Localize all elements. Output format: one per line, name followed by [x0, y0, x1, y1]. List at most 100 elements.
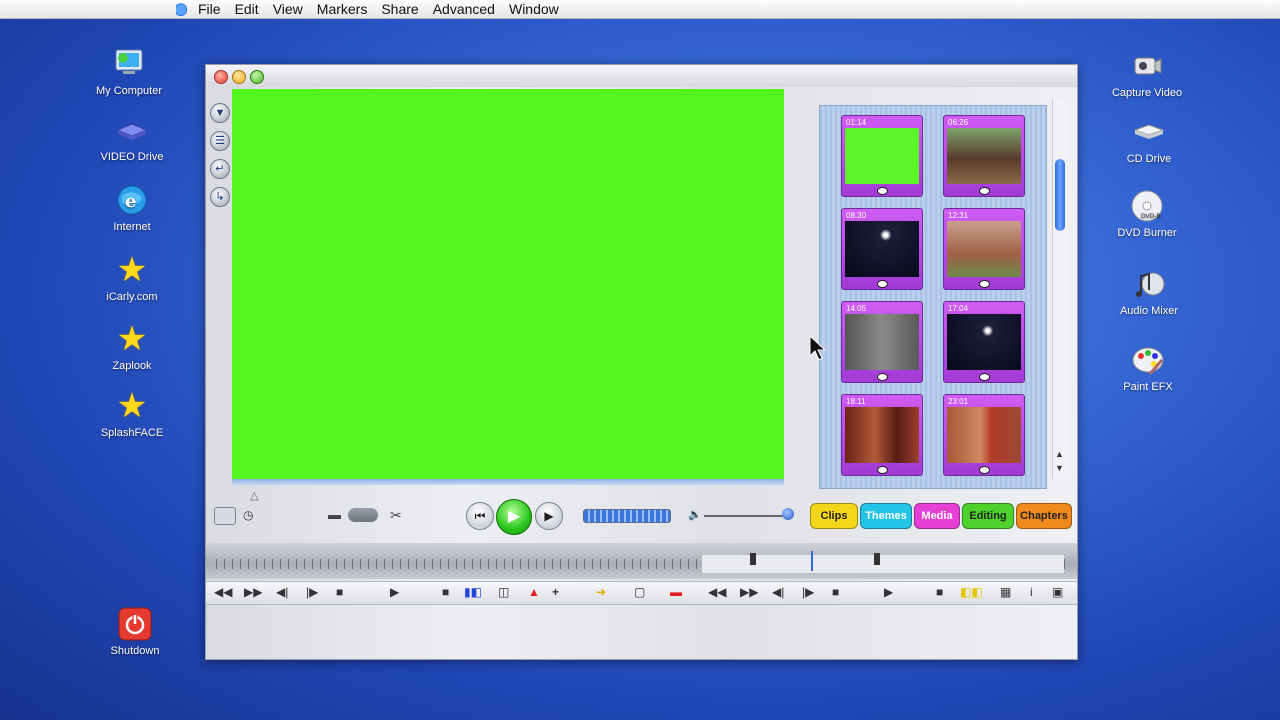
- play-small-icon[interactable]: ▶: [390, 585, 399, 599]
- desktop-icon-splashface[interactable]: ★ SplashFACE: [77, 388, 187, 439]
- clip-thumbnail[interactable]: 12:31: [943, 208, 1025, 290]
- forward-small-icon[interactable]: ▶▶: [740, 585, 758, 599]
- clip-thumbnail[interactable]: 01:14: [841, 115, 923, 197]
- menu-window[interactable]: Window: [509, 1, 559, 17]
- tab-clips[interactable]: Clips: [810, 503, 858, 529]
- timeline-playhead[interactable]: [811, 551, 813, 571]
- timeline-out-handle[interactable]: [874, 553, 880, 565]
- rewind-button[interactable]: ⏮: [466, 502, 494, 530]
- apple-logo-icon[interactable]: [176, 2, 188, 16]
- desktop-label: My Computer: [95, 85, 163, 97]
- arrow-icon[interactable]: ➔: [596, 585, 606, 599]
- zoom-button[interactable]: [250, 70, 264, 84]
- clip-marker-icon: [877, 187, 888, 195]
- desktop-icon-video-drive[interactable]: VIDEO Drive: [77, 112, 187, 163]
- window-icon[interactable]: ▣: [1052, 585, 1063, 599]
- minimize-button[interactable]: [232, 70, 246, 84]
- desktop-icon-capture-video[interactable]: Capture Video: [1092, 48, 1202, 99]
- clip-thumbnail[interactable]: 17:04: [943, 301, 1025, 383]
- desktop-icon-internet[interactable]: e Internet: [77, 182, 187, 233]
- video-viewer[interactable]: [232, 89, 784, 479]
- clip-yellow-icon[interactable]: ◧◧: [960, 585, 983, 599]
- clip-thumbnail[interactable]: 18:11: [841, 394, 923, 476]
- window-titlebar[interactable]: [206, 65, 1077, 87]
- clip-time: 08:30: [846, 211, 867, 220]
- menu-advanced[interactable]: Advanced: [433, 1, 495, 17]
- desktop-icon-audio-mixer[interactable]: Audio Mixer: [1094, 266, 1204, 317]
- rewind-small-icon[interactable]: ◀◀: [708, 585, 726, 599]
- frame-icon[interactable]: ▢: [634, 585, 645, 599]
- clip-browser-scrollbar[interactable]: ▲ ▼: [1052, 99, 1067, 479]
- return-tool-icon[interactable]: ↵: [210, 159, 230, 179]
- desktop-icon-shutdown[interactable]: Shutdown: [80, 606, 190, 657]
- clip-image: [947, 221, 1021, 277]
- close-button[interactable]: [214, 70, 228, 84]
- crop-icon[interactable]: ◫: [498, 585, 509, 599]
- film-icon[interactable]: ▦: [1000, 585, 1011, 599]
- split-icon[interactable]: ▮◧: [464, 585, 482, 599]
- info-icon[interactable]: i: [1030, 585, 1033, 599]
- clip-image: [947, 314, 1021, 370]
- mark-icon[interactable]: ■: [442, 585, 449, 599]
- import-tool-icon[interactable]: ▼: [210, 103, 230, 123]
- step-back-icon[interactable]: ◀|: [276, 585, 288, 599]
- menu-edit[interactable]: Edit: [235, 1, 259, 17]
- next-frame-icon[interactable]: ▶▶: [244, 585, 262, 599]
- step-back-2-icon[interactable]: ◀|: [772, 585, 784, 599]
- jog-shuttle[interactable]: [583, 509, 671, 523]
- audio-icon: [1136, 272, 1165, 297]
- star-icon: ★: [116, 320, 148, 358]
- drive-icon: [116, 123, 148, 140]
- desktop-icon-cd-drive[interactable]: CD Drive: [1094, 114, 1204, 165]
- step-forward-icon[interactable]: |▶: [306, 585, 318, 599]
- stop-2-icon[interactable]: ■: [832, 585, 839, 599]
- step-forward-2-icon[interactable]: |▶: [802, 585, 814, 599]
- camera-mode-icon[interactable]: ▬: [328, 507, 341, 522]
- tab-media[interactable]: Media: [914, 503, 960, 529]
- clip-thumbnail[interactable]: 14:05: [841, 301, 923, 383]
- play-button[interactable]: ▶: [496, 499, 532, 535]
- tab-chapters[interactable]: Chapters: [1016, 503, 1072, 529]
- add-icon[interactable]: +: [552, 585, 559, 599]
- mode-switch[interactable]: [348, 508, 378, 522]
- clip-thumbnail[interactable]: 23:01: [943, 394, 1025, 476]
- menu-view[interactable]: View: [273, 1, 303, 17]
- timeline-range[interactable]: [702, 555, 1064, 573]
- desktop-icon-dvd-burner[interactable]: DVD-R DVD Burner: [1092, 188, 1202, 239]
- clip-thumbnail[interactable]: 08:30: [841, 208, 923, 290]
- fullscreen-play-button[interactable]: ▶: [535, 502, 563, 530]
- scissors-icon[interactable]: ✂: [390, 507, 402, 524]
- mark-2-icon[interactable]: ■: [936, 585, 943, 599]
- slash-icon[interactable]: ▬: [670, 585, 682, 599]
- cd-drive-icon: [1133, 124, 1165, 139]
- scroll-up-arrow-icon[interactable]: ▲: [1055, 449, 1064, 459]
- scroll-down-arrow-icon[interactable]: ▼: [1055, 463, 1064, 473]
- desktop-icon-icarly[interactable]: ★ iCarly.com: [77, 252, 187, 303]
- timeline-in-handle[interactable]: [750, 553, 756, 565]
- export-tool-icon[interactable]: ↳: [210, 187, 230, 207]
- triangle-marker-icon[interactable]: ▲: [528, 585, 540, 599]
- clip-thumbnail[interactable]: 06:26: [943, 115, 1025, 197]
- viewer-scrub-bar[interactable]: [232, 479, 784, 485]
- timeline-view-icon[interactable]: ◷: [243, 508, 253, 522]
- clip-time: 23:01: [948, 397, 969, 406]
- scrollbar-thumb[interactable]: [1055, 159, 1065, 231]
- desktop-icon-paint-efx[interactable]: Paint EFX: [1093, 342, 1203, 393]
- volume-slider[interactable]: [704, 515, 792, 517]
- desktop-icon-my-computer[interactable]: My Computer: [74, 46, 184, 97]
- menu-share[interactable]: Share: [381, 1, 418, 17]
- play-2-icon[interactable]: ▶: [884, 585, 893, 599]
- clip-view-icon[interactable]: [214, 507, 236, 525]
- tab-editing[interactable]: Editing: [962, 503, 1014, 529]
- menu-file[interactable]: File: [198, 1, 221, 17]
- menu-markers[interactable]: Markers: [317, 1, 368, 17]
- stop-icon[interactable]: ■: [336, 585, 343, 599]
- volume-knob[interactable]: [782, 508, 794, 520]
- prev-frame-icon[interactable]: ◀◀: [214, 585, 232, 599]
- timeline-ruler[interactable]: [206, 543, 1077, 579]
- desktop-label: Internet: [113, 221, 151, 233]
- svg-text:DVD-R: DVD-R: [1141, 213, 1161, 220]
- desktop-icon-zaplook[interactable]: ★ Zaplook: [77, 321, 187, 372]
- tab-themes[interactable]: Themes: [860, 503, 912, 529]
- list-tool-icon[interactable]: ☰: [210, 131, 230, 151]
